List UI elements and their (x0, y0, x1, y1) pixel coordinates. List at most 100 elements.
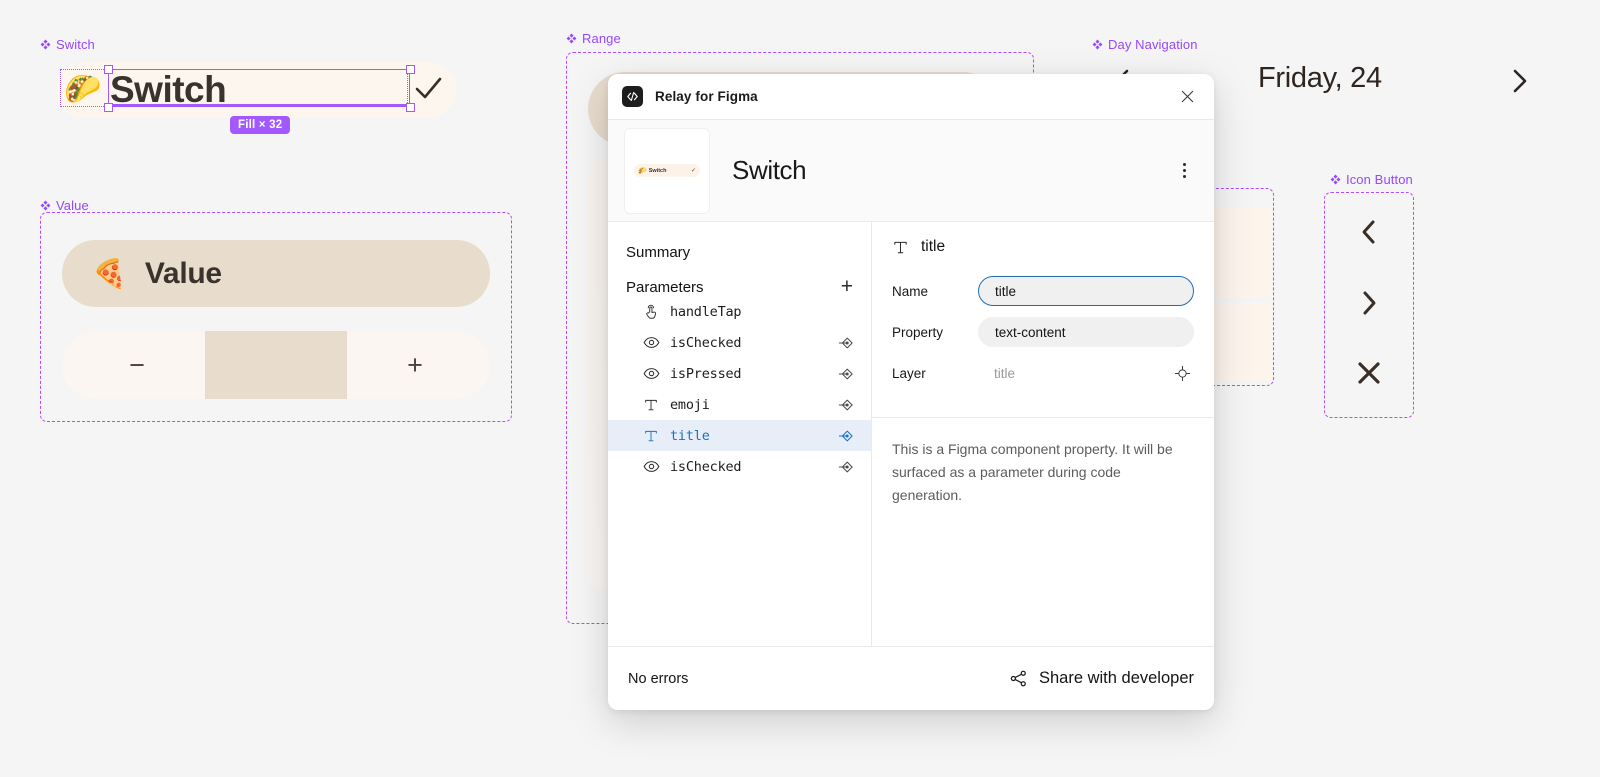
kebab-dot (1182, 169, 1186, 172)
dialog-title: Relay for Figma (655, 89, 758, 104)
frame-label-day-navigation: Day Navigation (1092, 37, 1198, 52)
component-diamond-icon (40, 39, 51, 50)
arrow-into-diamond-icon (838, 399, 853, 410)
arrow-into-diamond-icon (838, 337, 853, 348)
parameter-name: emoji (670, 396, 710, 413)
dialog-footer: No errors Share with developer (608, 646, 1214, 710)
arrow-into-diamond-icon (838, 368, 853, 379)
icon-button-forward[interactable] (1349, 283, 1389, 323)
stepper-fill-track (205, 331, 347, 399)
parameter-name: handleTap (670, 303, 742, 320)
frame-label-value: Value (40, 198, 89, 213)
selection-handle-br[interactable] (406, 103, 415, 112)
component-diamond-icon (1330, 174, 1341, 185)
parameter-binding-icon[interactable] (837, 458, 855, 476)
day-nav-next-button[interactable] (1506, 66, 1532, 96)
parameter-detail-header: title (892, 238, 1194, 256)
close-icon (1181, 90, 1193, 103)
dialog-component-header: 🌮 Switch ✓ Switch (608, 120, 1214, 222)
selection-handle-tl[interactable] (104, 65, 113, 74)
parameter-description: This is a Figma component property. It w… (872, 417, 1214, 527)
field-label-property: Property (892, 324, 944, 340)
parameter-binding-icon[interactable] (837, 396, 855, 414)
kebab-dot (1182, 175, 1186, 178)
field-value-property[interactable]: text-content (978, 317, 1194, 347)
frame-label-icon-button: Icon Button (1330, 172, 1413, 187)
field-label-layer: Layer (892, 365, 926, 381)
dialog-titlebar: Relay for Figma (608, 74, 1214, 120)
parameter-row-title[interactable]: title (608, 420, 871, 451)
share-with-developer-button[interactable]: Share with developer (1009, 669, 1194, 688)
tap-icon (646, 304, 657, 319)
parameter-row-isChecked[interactable]: isChecked (608, 451, 871, 482)
text-icon (645, 430, 657, 441)
frame-label-text: Value (56, 198, 89, 213)
parameters-list: handleTap isChecked isPressed emoji title isC… (608, 296, 871, 482)
parameter-fields: Name title Property text-content Layer title (892, 276, 1194, 388)
chevron-right-icon (1363, 291, 1376, 315)
text-icon (645, 399, 657, 410)
component-diamond-icon (566, 33, 577, 44)
parameter-name: isChecked (670, 334, 742, 351)
dialog-body: Summary Parameters + handleTap isChecked i… (608, 222, 1214, 646)
fill-count-badge: Fill × 32 (230, 116, 291, 134)
dialog-close-button[interactable] (1174, 84, 1200, 110)
text-icon (642, 397, 660, 413)
parameter-binding-icon[interactable] (837, 365, 855, 383)
pizza-emoji: 🍕 (92, 256, 127, 290)
share-button-label: Share with developer (1038, 669, 1194, 687)
parameter-row-isChecked[interactable]: isChecked (608, 327, 871, 358)
parameters-pane: Summary Parameters + handleTap isChecked i… (608, 222, 872, 646)
icon-button-close[interactable] (1349, 353, 1389, 393)
parameter-detail-name: title (921, 238, 946, 255)
parameter-binding-icon[interactable] (837, 427, 855, 445)
eye-icon (642, 334, 660, 351)
frame-label-text: Icon Button (1346, 172, 1413, 187)
code-brackets-icon (622, 86, 643, 107)
icon-button-back[interactable] (1349, 212, 1389, 252)
field-label-name: Name (892, 283, 929, 299)
arrow-into-diamond-icon (838, 461, 853, 472)
field-value-layer: title (994, 365, 1016, 381)
parameter-name: isChecked (670, 458, 742, 475)
selection-handle-bl[interactable] (104, 103, 113, 112)
eye-icon (642, 365, 660, 382)
eye-icon (643, 337, 659, 348)
parameters-section-header: Parameters + (608, 276, 871, 297)
parameter-name: title (670, 427, 710, 444)
value-pill[interactable]: 🍕 Value (62, 240, 490, 307)
selection-handle-tr[interactable] (406, 65, 415, 74)
kebab-dot (1182, 163, 1186, 166)
frame-label-switch: Switch (40, 37, 95, 52)
eye-icon (643, 461, 659, 472)
selection-box[interactable] (108, 69, 410, 107)
share-icon (1010, 670, 1026, 687)
check-icon (415, 77, 442, 99)
frame-label-range: Range (566, 31, 621, 46)
parameter-row-handleTap[interactable]: handleTap (608, 296, 871, 327)
add-parameter-button[interactable]: + (841, 276, 853, 297)
parameter-row-emoji[interactable]: emoji (608, 389, 871, 420)
text-icon (642, 428, 660, 444)
summary-section-label[interactable]: Summary (608, 238, 871, 268)
parameter-name: isPressed (670, 365, 742, 382)
stepper-increment-button[interactable]: + (380, 331, 450, 399)
kebab-menu-icon[interactable] (1170, 157, 1198, 185)
component-diamond-icon (40, 200, 51, 211)
parameter-binding-icon[interactable] (837, 334, 855, 352)
parameter-detail-top: title Name title Property text-content Layer… (872, 222, 1214, 417)
chevron-left-icon (1362, 220, 1375, 244)
check-icon: ✓ (690, 168, 696, 174)
locate-layer-button[interactable] (1172, 363, 1192, 383)
eye-icon (643, 368, 659, 379)
frame-label-text: Day Navigation (1108, 37, 1198, 52)
parameter-row-isPressed[interactable]: isPressed (608, 358, 871, 389)
field-row-property: Property text-content (892, 317, 1194, 347)
component-diamond-icon (1092, 39, 1103, 50)
field-row-layer: Layer title (892, 358, 1194, 388)
stepper-decrement-button[interactable]: − (102, 331, 172, 399)
x-icon (1358, 362, 1380, 384)
field-value-name[interactable]: title (978, 276, 1194, 306)
day-nav-date-label: Friday, 24 (1258, 62, 1382, 94)
parameter-detail-pane: title Name title Property text-content Layer… (872, 222, 1214, 646)
